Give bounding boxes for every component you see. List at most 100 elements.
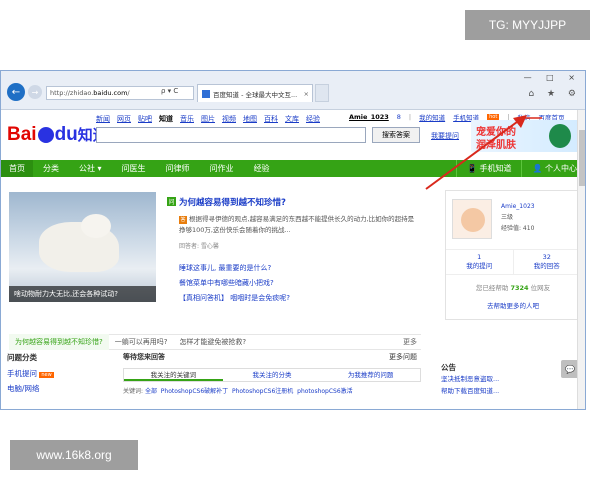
channel-link[interactable]: 经验 (306, 114, 320, 124)
channel-link[interactable]: 知道 (159, 114, 173, 124)
my-questions-stat[interactable]: 1 我的提问 (446, 250, 513, 274)
banner-line2: 润泽肌肤 (476, 140, 516, 151)
nav-item[interactable]: 公社 ▾ (69, 160, 112, 177)
keyword-item[interactable]: 全部 (145, 388, 157, 395)
watermark-top: TG: MYYJJPP (465, 10, 590, 40)
channel-link[interactable]: 文库 (285, 114, 299, 124)
help-more-link[interactable]: 去帮助更多的人吧 (446, 300, 580, 310)
channel-link[interactable]: 视频 (222, 114, 236, 124)
announcement-item[interactable]: 坚决抵制恶意盗取... (441, 373, 573, 385)
related-question-link[interactable]: 睡球这事儿, 最重要的是什么? (179, 261, 290, 276)
more-questions-link[interactable]: 更多问题 (389, 352, 417, 362)
answer-text: 根据得寻伊德的观点,越容易满足的东西越不能提供长久的动力,比如你的超持是挣够10… (179, 215, 415, 234)
channel-link[interactable]: 地图 (243, 114, 257, 124)
user-name[interactable]: Amie_1023 (501, 201, 535, 212)
hot-topic[interactable]: 一躺可以再用吗? (109, 337, 174, 347)
avatar[interactable] (452, 199, 492, 239)
new-tab-button[interactable] (315, 84, 329, 102)
helped-count: 您已经帮助 7324 位网友 (446, 282, 580, 292)
category-item[interactable]: 手机提问 new (7, 367, 107, 382)
channel-link[interactable]: 贴吧 (138, 114, 152, 124)
logo-du: du (54, 124, 78, 145)
featured-answer: 答根据得寻伊德的观点,越容易满足的东西越不能提供长久的动力,比如你的超持是挣够1… (179, 214, 419, 236)
keyword-item[interactable]: PhotoshopCS6注册机 (232, 388, 293, 395)
nav-home[interactable]: 首页 (1, 160, 33, 177)
tab-categories[interactable]: 我关注的分类 (223, 369, 322, 381)
keyword-item[interactable]: PhotoshopCS6破解补丁 (161, 388, 228, 395)
vertical-scrollbar[interactable] (577, 110, 585, 409)
address-domain: baidu.com (93, 89, 128, 97)
window-controls[interactable]: — □ × (524, 73, 581, 82)
logo-bai: Bai (7, 124, 37, 145)
forward-button[interactable]: → (28, 85, 42, 99)
chat-bubble-icon: 💬 (565, 364, 575, 374)
category-header: 问题分类 (7, 353, 37, 362)
announcement-header: 公告 (441, 363, 456, 372)
feature-image[interactable]: 啥动物耐力大无比,还会各种试动? (9, 192, 156, 302)
waiting-header: 等待您来回答 (123, 353, 165, 361)
category-item[interactable]: 电脑/网络 (7, 382, 107, 396)
hot-topic[interactable]: 怎样才能避免被抢救? (173, 337, 252, 347)
stat-number: 1 (477, 253, 482, 261)
address-tools[interactable]: ρ ▾ C (161, 87, 178, 95)
hot-topic[interactable]: 为何越容易得到越不知珍惜? (9, 334, 109, 350)
new-badge: new (39, 372, 54, 378)
nav-item[interactable]: 分类 (33, 160, 69, 177)
message-count[interactable]: 8 (397, 113, 401, 121)
tab-keywords[interactable]: 我关注的关键词 (124, 369, 223, 381)
close-tab-icon[interactable]: × (304, 90, 309, 98)
browser-window: ← → http://zhidao. baidu.com / ρ ▾ C 百度知道 … (0, 70, 586, 410)
keyword-item[interactable]: photoshopCS6激活 (297, 388, 353, 395)
hot-topics-bar: 为何越容易得到越不知珍惜? 一躺可以再用吗? 怎样才能避免被抢救? 更多 (9, 334, 421, 350)
channel-nav: 新闻 网页 贴吧 知道 音乐 图片 视频 地图 百科 文库 经验 (96, 114, 320, 124)
username-link[interactable]: Amie_1023 (349, 113, 389, 121)
search-answer-button[interactable]: 搜索答案 (372, 127, 420, 143)
helped-prefix: 您已经帮助 (475, 284, 511, 292)
nav-item[interactable]: 问作业 (200, 160, 244, 177)
feature-caption[interactable]: 啥动物耐力大无比,还会各种试动? (9, 286, 156, 302)
scroll-thumb[interactable] (579, 130, 585, 186)
browser-tool-icons[interactable]: ⌂ ★ ⚙ (528, 89, 581, 99)
keyword-label: 关键词: (123, 388, 144, 395)
my-question-link[interactable]: 我要提问 (431, 131, 459, 141)
featured-question-title[interactable]: 为何越容易得到越不知珍惜? (179, 196, 286, 208)
answer-meta: 回答者: 雪心馨 (179, 243, 219, 250)
channel-link[interactable]: 新闻 (96, 114, 110, 124)
tab-recommended[interactable]: 为我推荐的问题 (321, 369, 420, 381)
related-question-link[interactable]: 餐馆菜单中有哪些暗藏小把戏? (179, 276, 290, 291)
browser-tab[interactable]: 百度知道 - 全球最大中文互... × (197, 84, 313, 102)
channel-link[interactable]: 百科 (264, 114, 278, 124)
related-question-link[interactable]: 【真相问答机】 咽咽时是会免痰呢? (179, 291, 290, 306)
nav-mobile-zhidao[interactable]: 📱 手机知道 (455, 160, 522, 177)
waiting-tabs: 我关注的关键词 我关注的分类 为我推荐的问题 (123, 368, 421, 382)
helped-number: 7324 (510, 284, 529, 292)
user-level: 三级 (501, 214, 514, 221)
browser-chrome: ← → http://zhidao. baidu.com / ρ ▾ C 百度知道 … (1, 71, 585, 109)
question-icon: 问 (167, 197, 176, 206)
nav-item[interactable]: 问律师 (156, 160, 200, 177)
address-suffix: / (127, 89, 130, 97)
watermark-bottom: www.16k8.org (10, 440, 138, 470)
my-zhidao-link[interactable]: 我的知道 (419, 112, 445, 122)
nav-item[interactable]: 经验 (244, 160, 280, 177)
baidu-zhidao-logo[interactable]: Bai du知道 (7, 124, 108, 146)
polar-bear-head (81, 214, 111, 238)
ad-banner[interactable]: 宠爱你的 润泽肌肤 (471, 120, 579, 152)
favicon-icon (202, 89, 210, 98)
back-button[interactable]: ← (7, 83, 25, 101)
topics-more-link[interactable]: 更多 (403, 337, 421, 347)
search-input[interactable] (96, 127, 366, 143)
announcement-item[interactable]: 帮助下载百度知道... (441, 385, 573, 397)
helped-suffix: 位网友 (528, 284, 551, 292)
user-points: 经验值: 410 (501, 225, 535, 232)
answer-icon: 答 (179, 216, 187, 224)
channel-link[interactable]: 网页 (117, 114, 131, 124)
keyword-row: 关键词: 全部 PhotoshopCS6破解补丁 PhotoshopCS6注册机… (123, 386, 421, 395)
channel-link[interactable]: 音乐 (180, 114, 194, 124)
my-answers-stat[interactable]: 32 我的回答 (512, 250, 581, 274)
separator: | (408, 113, 412, 121)
nav-item[interactable]: 问医生 (112, 160, 156, 177)
avatar-face (461, 208, 485, 232)
channel-link[interactable]: 图片 (201, 114, 215, 124)
stat-label: 我的回答 (533, 262, 560, 270)
